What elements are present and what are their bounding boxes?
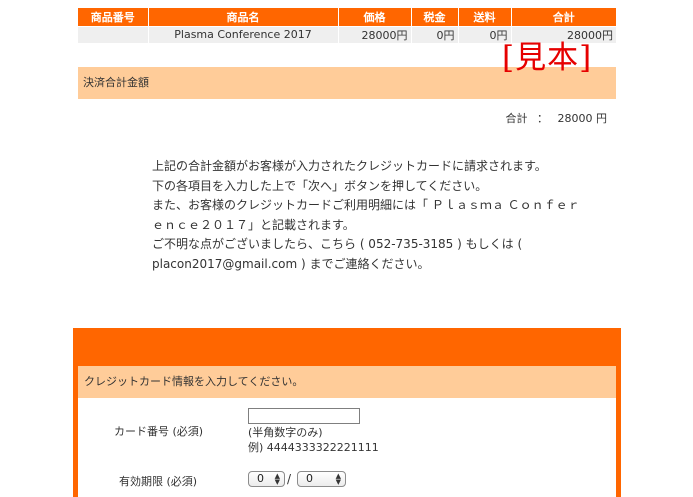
notice-line: ご不明な点がございましたら、こちら ( 052-735-3185 ) もしくは … [152,237,523,251]
grand-total-separator: ： [537,112,548,125]
card-form-heading: クレジットカード情報を入力してください。 [78,366,616,398]
notice-line: 下の各項目を入力した上で「次へ」ボタンを押してください。 [152,178,488,193]
cell-tax: 0円 [411,25,459,43]
grand-total-line: 合計 ： 28000 円 [506,110,608,126]
header-item-name: 商品名 [148,8,339,26]
grand-total-label: 合計 [505,112,528,125]
select-arrows-icon: ▲ ▼ [274,472,280,486]
notice-line: ｅｎｃｅ２０１７」と記載されます。 [152,217,355,232]
card-number-input[interactable] [248,408,360,424]
cell-price: 28000円 [338,25,412,43]
card-number-label: カード番号 (必須) [114,425,204,438]
expiry-year-value: 0 [306,472,313,485]
card-number-hint: (半角数字のみ) [248,426,323,439]
order-table-header: 商品番号 商品名 価格 税金 送料 合計 [78,8,616,26]
cell-item-name: Plasma Conference 2017 [148,25,339,43]
header-shipping: 送料 [458,8,512,26]
order-summary-table: 商品番号 商品名 価格 税金 送料 合計 Plasma Conference 2… [78,8,616,43]
cell-item-number [78,25,149,43]
header-tax: 税金 [411,8,459,26]
payment-total-label: 決済合計金額 [83,76,149,89]
card-number-example: 例) 4444333322221111 [248,441,379,454]
expiry-label: 有効期限 (必須) [119,475,198,488]
expiry-month-value: 0 [257,472,264,485]
header-total: 合計 [511,8,616,26]
expiry-year-select[interactable]: 0 ▲ ▼ [297,471,346,487]
sample-stamp: [見本] [502,40,593,76]
header-price: 価格 [338,8,412,26]
header-item-number: 商品番号 [78,8,149,26]
select-arrows-icon: ▲ ▼ [335,472,341,486]
grand-total-value: 28000 円 [557,112,608,125]
notice-line: 上記の合計金額がお客様が入力されたクレジットカードに請求されます。 [152,159,547,173]
expiry-month-select[interactable]: 0 ▲ ▼ [248,471,285,487]
notice-line: placon2017@gmail.com ) までご連絡ください。 [152,256,430,271]
notice-line: また、お客様のクレジットカードご利用明細には「 Ｐｌａｓｍａ Ｃｏｎｆｅｒ [152,198,580,212]
billing-notice: 上記の合計金額がお客様が入力されたクレジットカードに請求されます。 下の各項目を… [152,157,588,274]
expiry-separator: / [287,472,292,486]
